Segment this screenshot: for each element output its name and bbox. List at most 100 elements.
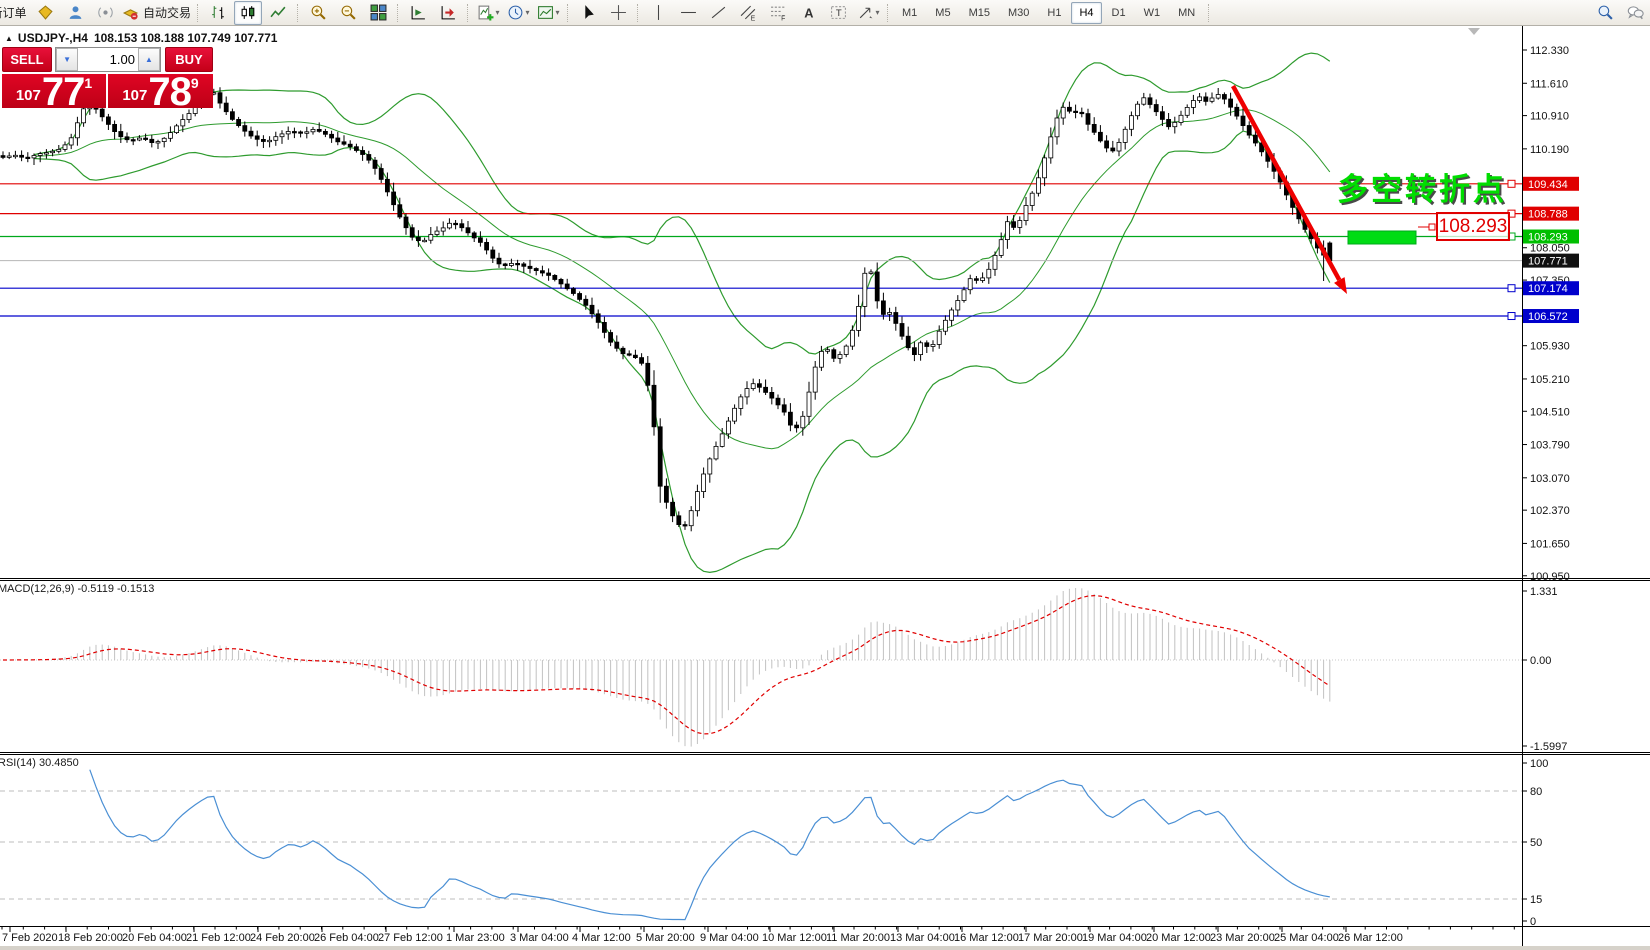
svg-text:108.788: 108.788: [1528, 209, 1568, 221]
timeframe-button-w1[interactable]: W1: [1136, 2, 1169, 24]
svg-text:5 Mar 20:00: 5 Mar 20:00: [636, 932, 695, 944]
sell-button[interactable]: SELL: [2, 47, 52, 72]
autotrade-icon: [122, 4, 139, 21]
search-button[interactable]: [1591, 1, 1619, 25]
chart-canvas[interactable]: 112.330111.610110.910110.190108.050107.3…: [0, 0, 1650, 950]
signal-icon: [97, 4, 114, 21]
svg-text:20 Mar 12:00: 20 Mar 12:00: [1146, 932, 1211, 944]
bollinger-bands: [34, 53, 1330, 572]
candlestick-chart-type-button[interactable]: [234, 1, 262, 25]
svg-text:100: 100: [1530, 758, 1548, 770]
new-order-button[interactable]: 新订单: [1, 1, 29, 25]
svg-text:-1.5997: -1.5997: [1530, 741, 1567, 753]
fibo-icon: F: [770, 4, 787, 21]
dropdown-arrow-icon: ▾: [496, 8, 500, 17]
svg-text:0.00: 0.00: [1530, 655, 1551, 667]
timeframe-button-h4[interactable]: H4: [1071, 2, 1101, 24]
dropdown-arrow-icon: ▾: [876, 8, 880, 17]
vertical-line-button[interactable]: [644, 1, 672, 25]
fibonacci-button[interactable]: F: [764, 1, 792, 25]
zoom-in-button[interactable]: [304, 1, 332, 25]
svg-text:107.174: 107.174: [1528, 283, 1568, 295]
svg-text:26 Feb 04:00: 26 Feb 04:00: [314, 932, 379, 944]
timeframe-button-m5[interactable]: M5: [927, 2, 958, 24]
volume-input[interactable]: [78, 48, 138, 71]
chat-button[interactable]: [1621, 1, 1649, 25]
trendline-button[interactable]: [704, 1, 732, 25]
zoom-out-button[interactable]: [334, 1, 362, 25]
toolbar-separator: [567, 4, 569, 22]
auto-scroll-button[interactable]: [434, 1, 462, 25]
svg-text:7 Feb 2020: 7 Feb 2020: [2, 932, 58, 944]
person-icon: [67, 4, 84, 21]
tile-windows-button[interactable]: [364, 1, 392, 25]
market-watch-button[interactable]: [61, 1, 89, 25]
svg-text:A: A: [804, 5, 813, 20]
cursor-icon: [580, 4, 597, 21]
timeframe-button-m1[interactable]: M1: [894, 2, 925, 24]
turning-point-annotation[interactable]: 多空转折点: [1337, 164, 1507, 209]
signals-button[interactable]: [91, 1, 119, 25]
rsi-pane-label: RSI(14) 30.4850: [0, 757, 79, 769]
templates-button[interactable]: ▾: [534, 1, 562, 25]
chart-shift-button[interactable]: [404, 1, 432, 25]
template-icon: [537, 4, 554, 21]
zoomout-icon: [340, 4, 357, 21]
chat-icon: [1627, 4, 1644, 21]
macd-pane-label: MACD(12,26,9) -0.5119 -0.1513: [0, 583, 154, 595]
equidistant-channel-button[interactable]: E: [734, 1, 762, 25]
svg-text:105.210: 105.210: [1530, 374, 1570, 386]
hline-icon: [680, 4, 697, 21]
periods-button[interactable]: ▾: [504, 1, 532, 25]
indicators-button[interactable]: ▾: [474, 1, 502, 25]
arrows-icon: [857, 4, 874, 21]
text-button[interactable]: A: [794, 1, 822, 25]
sell-price-display[interactable]: 107 77 1: [2, 74, 108, 108]
buy-price-big: 78: [148, 77, 191, 107]
toolbar-separator: [467, 4, 469, 22]
rsi-indicator: [90, 770, 1330, 920]
candles-icon: [240, 4, 257, 21]
cursor-button[interactable]: [574, 1, 602, 25]
horizontal-line-button[interactable]: [674, 1, 702, 25]
svg-text:112.330: 112.330: [1530, 45, 1569, 57]
svg-text:E: E: [750, 15, 755, 21]
svg-text:13 Mar 04:00: 13 Mar 04:00: [890, 932, 955, 944]
timeframe-button-h1[interactable]: H1: [1039, 2, 1069, 24]
crosshair-icon: [610, 4, 627, 21]
line-chart-type-button[interactable]: [264, 1, 292, 25]
autoscroll-icon: [440, 4, 457, 21]
svg-text:105.930: 105.930: [1530, 341, 1570, 353]
svg-text:109.434: 109.434: [1528, 179, 1568, 191]
tiles-icon: [370, 4, 387, 21]
one-click-collapse-icon[interactable]: ▲: [5, 34, 13, 43]
svg-text:100.950: 100.950: [1530, 571, 1570, 583]
volume-decrease-button[interactable]: ▼: [56, 48, 78, 71]
vline-icon: [650, 4, 667, 21]
crosshair-button[interactable]: [604, 1, 632, 25]
sell-price-prefix: 107: [16, 87, 41, 104]
arrows-button[interactable]: ▾: [854, 1, 882, 25]
time-scale: 7 Feb 202018 Feb 20:0020 Feb 04:0021 Feb…: [0, 927, 1650, 945]
toolbar-separator: [637, 4, 639, 22]
buy-price-display[interactable]: 107 78 9: [108, 74, 213, 108]
bar-chart-type-button[interactable]: [204, 1, 232, 25]
chart-shortcut-button[interactable]: [31, 1, 59, 25]
svg-text:80: 80: [1530, 786, 1542, 798]
timeframe-button-mn[interactable]: MN: [1170, 2, 1203, 24]
search-icon: [1597, 4, 1614, 21]
symbol-title: USDJPY-,H4: [18, 31, 88, 45]
timeframe-button-m30[interactable]: M30: [1000, 2, 1037, 24]
svg-text:T: T: [835, 8, 841, 19]
sell-price-big: 77: [42, 77, 85, 107]
autotrade-button[interactable]: 自动交易: [121, 1, 192, 25]
zoomin-icon: [310, 4, 327, 21]
svg-text:11 Mar 20:00: 11 Mar 20:00: [826, 932, 890, 944]
buy-button[interactable]: BUY: [165, 47, 213, 72]
volume-increase-button[interactable]: ▲: [138, 48, 160, 71]
timeframe-button-d1[interactable]: D1: [1104, 2, 1134, 24]
price-level-callout-box[interactable]: 108.293: [1436, 212, 1510, 241]
timeframe-button-m15[interactable]: M15: [961, 2, 998, 24]
svg-text:106.572: 106.572: [1528, 311, 1568, 323]
text-label-button[interactable]: T: [824, 1, 852, 25]
